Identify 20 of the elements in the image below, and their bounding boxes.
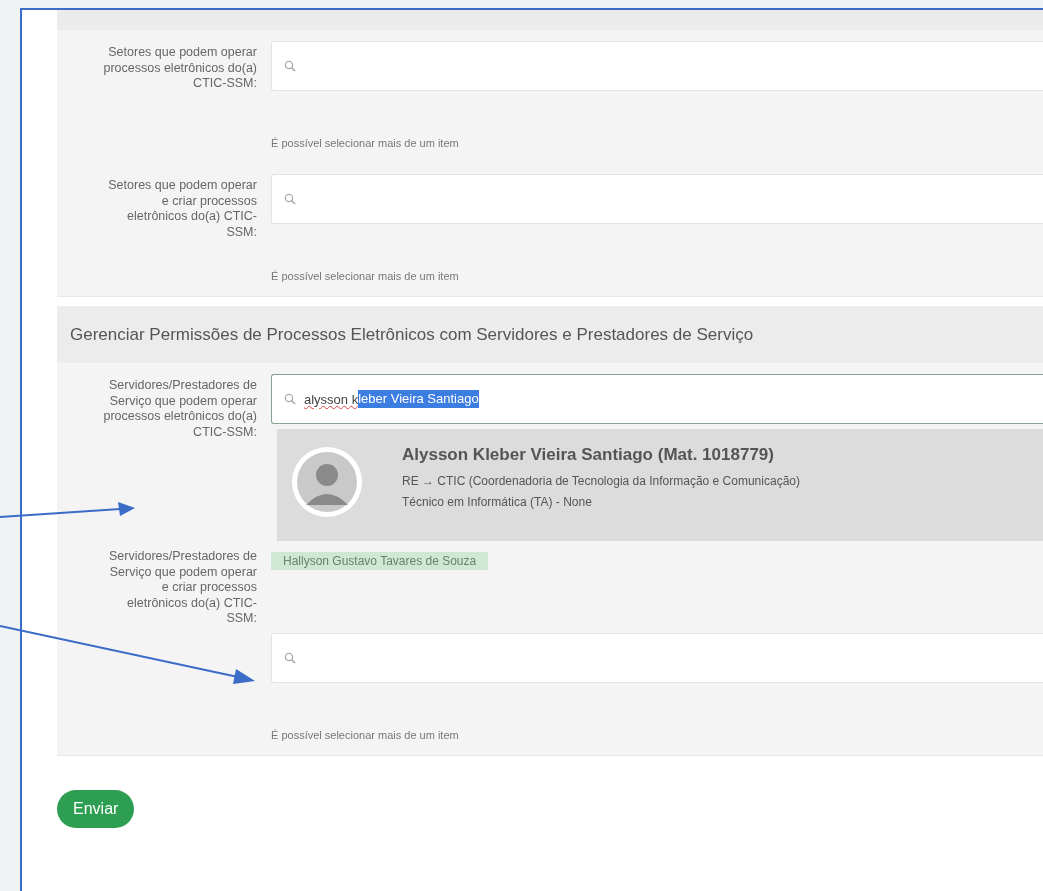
hint-text: É possível selecionar mais de um item (271, 136, 460, 151)
submit-button[interactable]: Enviar (57, 790, 135, 828)
person-name: Alysson Kleber Vieira Santiago (Mat. 1018779) (402, 445, 775, 465)
search-icon (284, 60, 296, 72)
search-icon (284, 652, 296, 664)
field-label: Servidores/Prestadores de Serviço que podem operar processos eletrônicos do(a) CTIC-SSM: (102, 377, 257, 440)
section-title: Gerenciar Permissões de Processos Eletrônicos com Servidores e Prestadores de Serviço (57, 306, 1043, 363)
person-unit: RE → CTIC (Coordenadoria de Tecnologia da Informação e Comunicação) (402, 474, 800, 488)
field-label: Setores que podem operar processos eletrônicos do(a) CTIC-SSM: (102, 44, 257, 92)
hint-text: É possível selecionar mais de um item (271, 269, 460, 284)
hint-text: É possível selecionar mais de um item (271, 728, 460, 743)
field-label: Servidores/Prestadores de Serviço que podem operar e criar processos eletrônicos do(a) CTIC-SSM: (108, 548, 257, 627)
search-field[interactable]: alysson kleber Vieira Santiago (271, 374, 1043, 424)
suggestion-item[interactable]: Alysson Kleber Vieira Santiago (Mat. 1018779) RE → CTIC (Coordenadoria de Tecnologia da Informação e Comunicação) Técnico em Informática (TA) - None (277, 429, 1043, 541)
avatar-icon (292, 447, 362, 517)
search-icon (284, 193, 296, 205)
selected-tag[interactable]: Hallyson Gustavo Tavares de Souza (271, 552, 489, 570)
field-label: Setores que podem operar e criar processos eletrônicos do(a) CTIC-SSM: (107, 177, 257, 240)
search-icon (284, 393, 296, 405)
person-role: Técnico em Informática (TA) - None (402, 495, 593, 509)
